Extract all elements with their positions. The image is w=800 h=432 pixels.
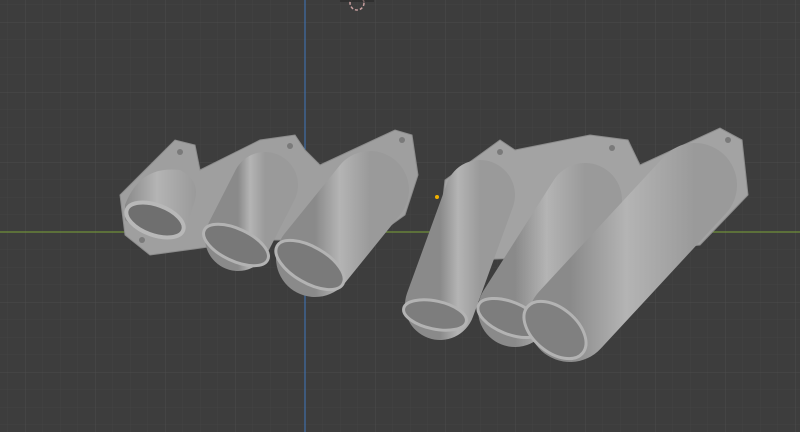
3d-viewport[interactable] [0, 0, 800, 432]
viewport-canvas[interactable] [0, 0, 800, 432]
object-origin-icon [435, 195, 439, 199]
